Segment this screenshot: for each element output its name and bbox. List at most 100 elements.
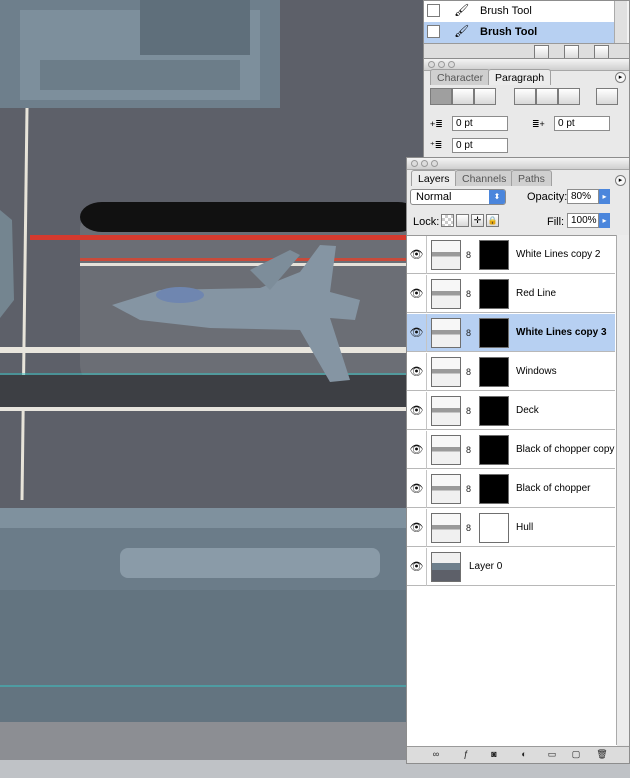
minimize-icon[interactable] <box>421 160 428 167</box>
layers-scrollbar[interactable] <box>616 235 629 745</box>
layers-toolbar: ∞ ƒ ◙ ◐ ▭ ▢ 🗑 <box>407 746 629 763</box>
paragraph-panel: Character Paragraph ▸ +≣ 0 pt ≣+ 0 pt ⁺≣… <box>423 58 630 158</box>
layer-name[interactable]: Red Line <box>516 275 556 313</box>
eye-icon[interactable]: 👁 <box>407 314 427 352</box>
preset-checkbox[interactable] <box>427 4 440 17</box>
layer-name[interactable]: Layer 0 <box>469 548 502 586</box>
layer-name[interactable]: Black of chopper <box>516 470 591 508</box>
new-group-icon[interactable]: ▭ <box>545 749 559 760</box>
layer-thumbnail <box>431 240 461 270</box>
blend-mode-select[interactable]: Normal ⬍ <box>410 189 506 205</box>
align-right-icon[interactable] <box>474 88 496 105</box>
chain-link-icon[interactable]: 8 <box>466 523 471 533</box>
tab-channels[interactable]: Channels <box>455 170 514 186</box>
add-mask-icon[interactable]: ◙ <box>487 749 501 760</box>
layer-name[interactable]: Hull <box>516 509 533 547</box>
chain-link-icon[interactable]: 8 <box>466 289 471 299</box>
layer-mask-thumbnail[interactable] <box>479 279 509 309</box>
justify-last-center-icon[interactable] <box>536 88 558 105</box>
layer-mask-thumbnail[interactable] <box>479 240 509 270</box>
close-icon[interactable] <box>411 160 418 167</box>
tab-layers[interactable]: Layers <box>411 170 457 186</box>
eye-icon[interactable]: 👁 <box>407 392 427 430</box>
layer-name[interactable]: Deck <box>516 392 539 430</box>
layer-name[interactable]: Black of chopper copy <box>516 431 614 469</box>
lock-transparency-icon[interactable] <box>441 214 454 227</box>
adjustment-layer-icon[interactable]: ◐ <box>517 749 531 760</box>
eye-icon[interactable]: 👁 <box>407 548 427 586</box>
eye-icon[interactable]: 👁 <box>407 431 427 469</box>
layer-mask-thumbnail[interactable] <box>479 357 509 387</box>
new-layer-icon[interactable]: ▢ <box>569 749 583 760</box>
tab-paths[interactable]: Paths <box>511 170 552 186</box>
layer-row[interactable]: 👁 8 Windows <box>407 353 615 391</box>
justify-all-icon[interactable] <box>596 88 618 105</box>
trash-icon[interactable]: 🗑 <box>595 749 609 760</box>
layers-panel: Layers Channels Paths ▸ Normal ⬍ Opacity… <box>406 157 630 764</box>
lock-pixels-icon[interactable] <box>456 214 469 227</box>
align-center-icon[interactable] <box>452 88 474 105</box>
chain-link-icon[interactable]: 8 <box>466 445 471 455</box>
tool-preset-item-2[interactable]: 🖌 Brush Tool <box>424 22 616 43</box>
layer-name[interactable]: Windows <box>516 353 557 391</box>
layer-thumbnail <box>431 396 461 426</box>
chain-link-icon[interactable]: 8 <box>466 250 471 260</box>
layer-mask-thumbnail[interactable] <box>479 318 509 348</box>
close-icon[interactable] <box>428 61 435 68</box>
preset-checkbox[interactable] <box>427 25 440 38</box>
layer-mask-thumbnail[interactable] <box>479 396 509 426</box>
zoom-icon[interactable] <box>431 160 438 167</box>
chain-link-icon[interactable]: 8 <box>466 484 471 494</box>
chevron-updown-icon: ⬍ <box>489 190 505 204</box>
tab-paragraph[interactable]: Paragraph <box>488 69 552 85</box>
eye-icon[interactable]: 👁 <box>407 470 427 508</box>
panel-titlebar[interactable] <box>407 158 629 170</box>
align-left-icon[interactable] <box>430 88 452 105</box>
opacity-arrow-icon[interactable]: ▸ <box>599 189 610 204</box>
layer-row[interactable]: 👁 Layer 0 <box>407 548 615 586</box>
minimize-icon[interactable] <box>438 61 445 68</box>
eye-icon[interactable]: 👁 <box>407 275 427 313</box>
scrollbar[interactable] <box>614 1 627 43</box>
justify-last-left-icon[interactable] <box>514 88 536 105</box>
opacity-field[interactable]: 80% <box>567 189 599 204</box>
layer-style-icon[interactable]: ƒ <box>459 749 473 760</box>
lock-all-icon[interactable]: 🔒 <box>486 214 499 227</box>
indent-right-field[interactable]: 0 pt <box>554 116 610 131</box>
layer-row[interactable]: 👁 8 White Lines copy 3 <box>407 314 615 352</box>
indent-right-icon: ≣+ <box>532 119 545 129</box>
layer-name[interactable]: White Lines copy 3 <box>516 314 607 352</box>
brush-icon: 🖌 <box>454 24 470 38</box>
tab-character[interactable]: Character <box>430 69 491 85</box>
layer-row[interactable]: 👁 8 Deck <box>407 392 615 430</box>
eye-icon[interactable]: 👁 <box>407 353 427 391</box>
layer-mask-thumbnail[interactable] <box>479 435 509 465</box>
fill-field[interactable]: 100% <box>567 213 599 228</box>
chain-link-icon[interactable]: 8 <box>466 328 471 338</box>
chain-link-icon[interactable]: 8 <box>466 406 471 416</box>
fill-arrow-icon[interactable]: ▸ <box>599 213 610 228</box>
eye-icon[interactable]: 👁 <box>407 509 427 547</box>
layer-row[interactable]: 👁 8 White Lines copy 2 <box>407 236 615 274</box>
tool-preset-label: Brush Tool <box>480 26 538 38</box>
justify-last-right-icon[interactable] <box>558 88 580 105</box>
tool-preset-item-1[interactable]: 🖌 Brush Tool <box>424 1 616 23</box>
panel-menu-icon[interactable]: ▸ <box>615 175 626 186</box>
layer-mask-thumbnail[interactable] <box>479 513 509 543</box>
layer-mask-thumbnail[interactable] <box>479 474 509 504</box>
layer-name[interactable]: White Lines copy 2 <box>516 236 601 274</box>
link-layers-icon[interactable]: ∞ <box>429 749 443 760</box>
panel-menu-icon[interactable]: ▸ <box>615 72 626 83</box>
space-before-icon: ⁺≣ <box>430 140 443 150</box>
layer-row[interactable]: 👁 8 Black of chopper copy <box>407 431 615 469</box>
space-before-field[interactable]: 0 pt <box>452 138 508 153</box>
zoom-icon[interactable] <box>448 61 455 68</box>
alignment-row <box>430 88 624 106</box>
eye-icon[interactable]: 👁 <box>407 236 427 274</box>
layer-row[interactable]: 👁 8 Hull <box>407 509 615 547</box>
layer-row[interactable]: 👁 8 Black of chopper <box>407 470 615 508</box>
layer-row[interactable]: 👁 8 Red Line <box>407 275 615 313</box>
chain-link-icon[interactable]: 8 <box>466 367 471 377</box>
indent-left-field[interactable]: 0 pt <box>452 116 508 131</box>
lock-position-icon[interactable]: ✛ <box>471 214 484 227</box>
